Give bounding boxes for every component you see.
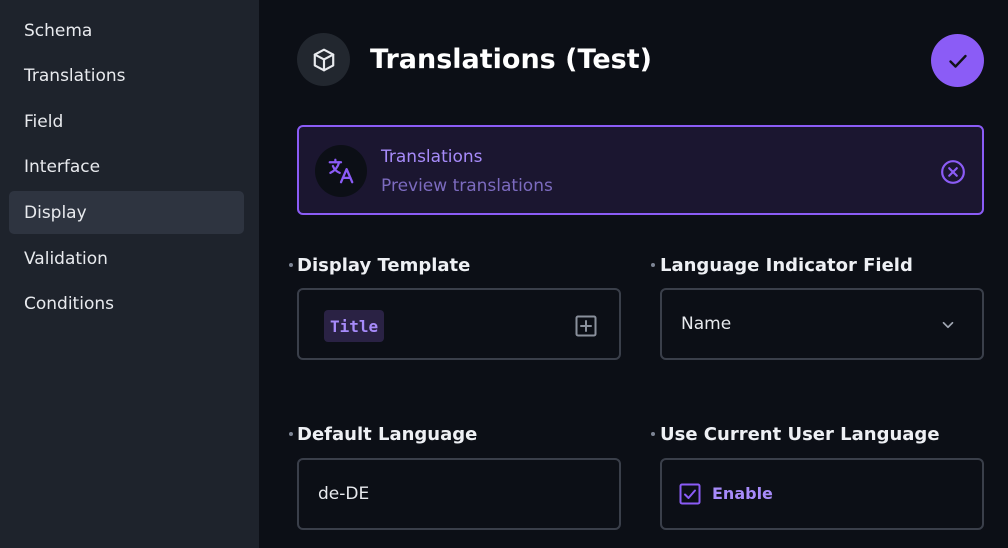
select-value: Name xyxy=(681,314,732,334)
close-circle-icon[interactable] xyxy=(940,159,966,185)
sidebar-item-field[interactable]: Field xyxy=(9,100,244,143)
field-indicator-dot xyxy=(651,263,655,267)
main-panel: Translations (Test) Translations Preview… xyxy=(259,0,1008,548)
app-window: Schema Translations Field Interface Disp… xyxy=(0,0,1008,548)
sidebar-item-display[interactable]: Display xyxy=(9,191,244,234)
field-indicator-dot xyxy=(289,432,293,436)
field-indicator-dot xyxy=(289,263,293,267)
sidebar-item-interface[interactable]: Interface xyxy=(9,145,244,188)
sidebar-item-label: Field xyxy=(24,111,64,132)
checkbox-checked-icon[interactable] xyxy=(678,482,702,506)
sidebar-item-label: Conditions xyxy=(24,293,114,314)
sidebar-item-label: Interface xyxy=(24,156,101,177)
language-indicator-label: Language Indicator Field xyxy=(660,255,913,276)
page-title: Translations (Test) xyxy=(370,44,652,75)
default-language-label: Default Language xyxy=(297,424,478,445)
sidebar: Schema Translations Field Interface Disp… xyxy=(0,0,259,548)
translations-notice: Translations Preview translations xyxy=(297,125,984,215)
save-button[interactable] xyxy=(931,34,984,87)
language-indicator-select[interactable]: Name xyxy=(660,288,984,360)
display-template-label: Display Template xyxy=(297,255,471,276)
cube-icon xyxy=(297,33,350,86)
input-value: de-DE xyxy=(318,484,370,504)
sidebar-item-schema[interactable]: Schema xyxy=(9,9,244,52)
sidebar-item-label: Validation xyxy=(24,248,108,269)
sidebar-item-label: Display xyxy=(24,202,87,223)
notice-subtitle: Preview translations xyxy=(381,176,553,196)
use-user-language-label: Use Current User Language xyxy=(660,424,940,445)
notice-title: Translations xyxy=(381,147,483,167)
chevron-down-icon xyxy=(938,315,958,335)
use-user-language-field: Enable xyxy=(660,458,984,530)
sidebar-item-validation[interactable]: Validation xyxy=(9,237,244,280)
sidebar-item-translations[interactable]: Translations xyxy=(9,54,244,97)
check-icon xyxy=(948,54,967,68)
template-chip[interactable]: Title xyxy=(324,310,385,342)
sidebar-item-label: Translations xyxy=(24,65,126,86)
plus-square-icon[interactable] xyxy=(574,314,598,338)
field-indicator-dot xyxy=(651,432,655,436)
default-language-input[interactable]: de-DE xyxy=(297,458,621,530)
translate-icon xyxy=(315,145,367,197)
sidebar-item-conditions[interactable]: Conditions xyxy=(9,282,244,325)
sidebar-item-label: Schema xyxy=(24,20,93,41)
checkbox-label[interactable]: Enable xyxy=(712,483,773,505)
display-template-input[interactable]: Title xyxy=(297,288,621,360)
